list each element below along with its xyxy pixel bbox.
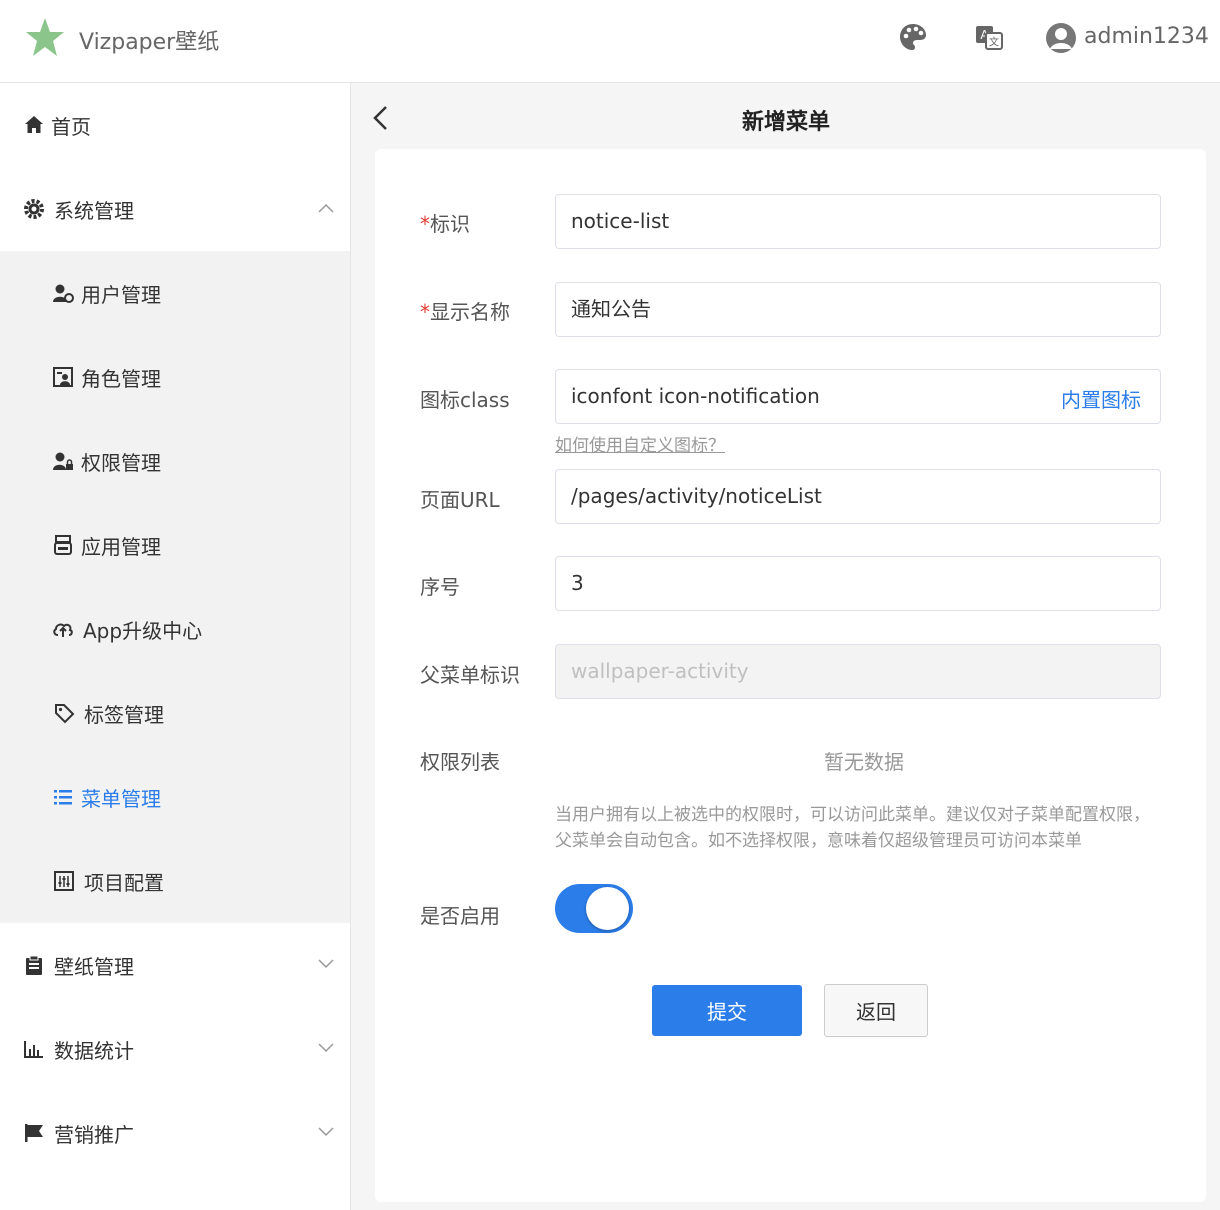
sidebar-item-marketing[interactable]: 营销推广 [0,1091,350,1175]
permissions-label: 权限列表 [420,750,500,774]
chevron-down-icon [318,959,334,969]
sidebar-item-home[interactable]: 首页 [0,83,350,167]
sidebar-item-wallpapers[interactable]: 壁纸管理 [0,923,350,1007]
back-button[interactable]: 返回 [824,984,928,1037]
sidebar-item-roles[interactable]: 角色管理 [0,335,350,419]
bar-chart-icon [24,1041,43,1058]
page-url-label: 页面URL [420,488,500,512]
permissions-empty-text: 暂无数据 [824,750,904,774]
home-icon [25,116,43,133]
role-icon [53,367,73,387]
user-gear-icon [53,284,74,303]
sidebar-item-app-upgrade[interactable]: App升级中心 [0,587,350,671]
required-mark: * [420,300,430,324]
required-mark: * [420,212,430,236]
sidebar-item-project-config[interactable]: 项目配置 [0,839,350,923]
builtin-icons-link[interactable]: 内置图标 [1061,384,1141,413]
icon-class-label: 图标class [420,388,510,412]
sidebar-item-permissions[interactable]: 权限管理 [0,419,350,503]
gear-icon [24,199,44,219]
back-arrow-icon[interactable] [370,104,390,132]
enabled-switch[interactable] [555,884,633,933]
enabled-label: 是否启用 [420,904,500,928]
permissions-hint: 当用户拥有以上被选中的权限时，可以访问此菜单。建议仅对子菜单配置权限，父菜单会自… [555,805,1150,851]
display-name-input[interactable]: 通知公告 [555,282,1161,337]
tag-icon [55,704,75,724]
translate-icon[interactable]: A 文 [974,22,1004,52]
switch-knob [586,887,629,930]
app-icon [54,535,72,555]
parent-id-label: 父菜单标识 [420,663,520,687]
palette-icon[interactable] [898,22,928,52]
chevron-down-icon [318,1043,334,1053]
display-name-label: *显示名称 [420,300,510,324]
app-title: Vizpaper壁纸 [79,30,220,55]
identifier-label: *标识 [420,212,470,236]
identifier-input[interactable]: notice-list [555,194,1161,249]
cloud-upload-icon [53,623,73,637]
sidebar-item-statistics[interactable]: 数据统计 [0,1007,350,1091]
sidebar-item-tags[interactable]: 标签管理 [0,671,350,755]
page-url-input[interactable]: /pages/activity/noticeList [555,469,1161,524]
parent-id-input: wallpaper-activity [555,644,1161,699]
star-logo-icon [26,18,64,56]
top-bar: Vizpaper壁纸 A 文 admin1234 [0,0,1220,83]
order-label: 序号 [420,575,460,599]
sidebar-item-apps[interactable]: 应用管理 [0,503,350,587]
user-avatar-icon[interactable] [1045,22,1077,54]
clipboard-icon [26,955,42,975]
sidebar: 首页 系统管理 用户管理 角色管理 权限管理 应用管理 App升级中心 标签管理… [0,83,351,1210]
chevron-up-icon [318,203,334,213]
user-lock-icon [53,452,73,470]
custom-icon-help-link[interactable]: 如何使用自定义图标？ [555,431,725,456]
sidebar-item-users[interactable]: 用户管理 [0,251,350,335]
svg-text:文: 文 [989,36,999,49]
chevron-down-icon [318,1127,334,1137]
username[interactable]: admin1234 [1084,24,1209,49]
config-icon [54,871,74,891]
sidebar-item-system[interactable]: 系统管理 [0,167,350,251]
submit-button[interactable]: 提交 [652,985,802,1036]
sidebar-item-menus[interactable]: 菜单管理 [0,755,350,839]
order-input[interactable]: 3 [555,556,1161,611]
list-icon [54,790,72,805]
flag-icon [25,1124,43,1142]
page-title: 新增菜单 [742,110,831,135]
